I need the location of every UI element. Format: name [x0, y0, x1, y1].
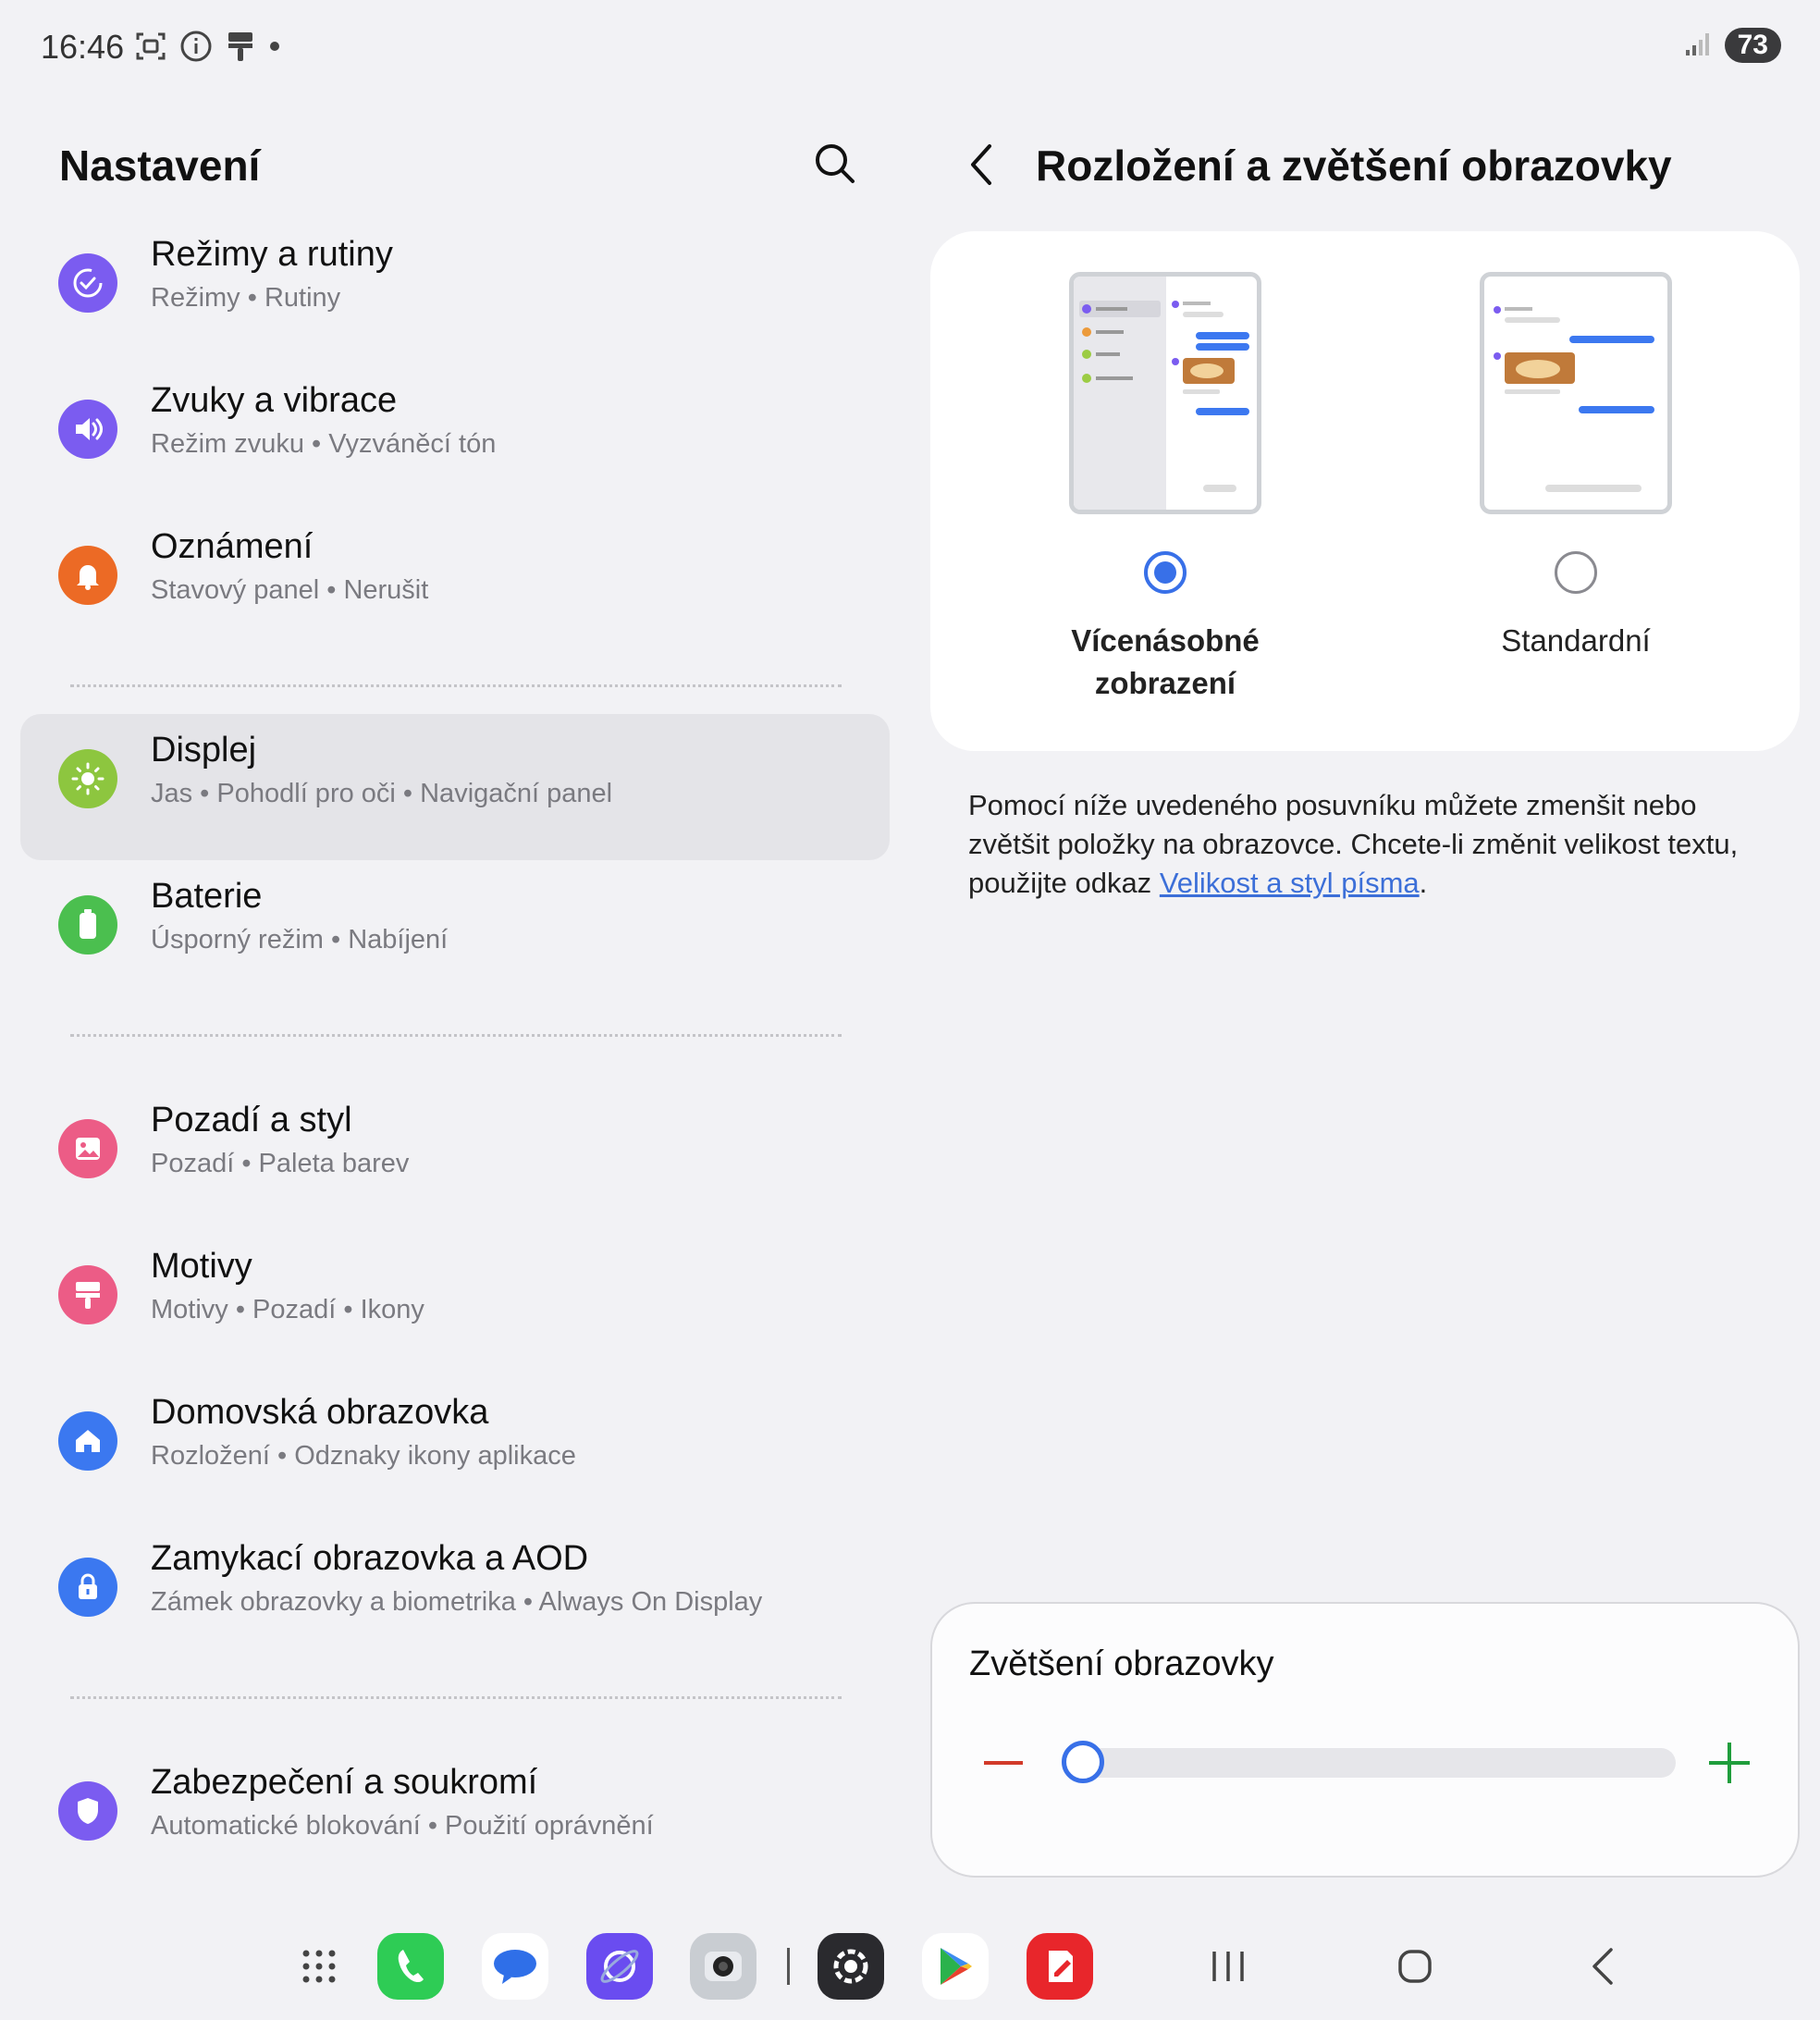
multi-view-preview: [1069, 272, 1261, 514]
dot-icon: [268, 40, 281, 57]
home-button[interactable]: [1387, 1939, 1443, 1994]
settings-item-modes-routines[interactable]: Režimy a rutiny Režimy • Rutiny: [20, 218, 890, 364]
settings-item-security[interactable]: Zabezpečení a soukromí Automatické bloko…: [20, 1746, 890, 1892]
layout-options-card: Vícenásobné zobrazení Standardní: [930, 231, 1800, 751]
battery-icon: [58, 895, 117, 955]
brush-icon: [226, 30, 255, 68]
wallpaper-icon: [58, 1119, 117, 1178]
settings-item-subtitle: Úsporný režim • Nabíjení: [151, 925, 449, 955]
settings-item-lock-screen[interactable]: Zamykací obrazovka a AOD Zámek obrazovky…: [20, 1522, 890, 1669]
font-size-style-link[interactable]: Velikost a styl písma: [1160, 867, 1420, 899]
home-icon: [58, 1411, 117, 1471]
notes-app-icon[interactable]: [1027, 1933, 1093, 2000]
back-nav-button[interactable]: [1576, 1939, 1631, 1994]
brightness-icon: [58, 749, 117, 808]
section-divider: [20, 1006, 890, 1064]
status-notification-icons: [135, 30, 281, 68]
settings-item-title: Zvuky a vibrace: [151, 381, 398, 420]
settings-item-title: Motivy: [151, 1247, 252, 1286]
modes-routines-icon: [58, 253, 117, 313]
settings-item-battery[interactable]: Baterie Úsporný režim • Nabíjení: [20, 860, 890, 1006]
settings-app-icon[interactable]: [818, 1933, 884, 2000]
battery-indicator: 73: [1724, 28, 1781, 63]
search-icon: [816, 144, 855, 183]
settings-item-title: Displej: [151, 731, 257, 770]
settings-item-notifications[interactable]: Oznámení Stavový panel • Nerušit: [20, 511, 890, 657]
zoom-slider-thumb[interactable]: [1062, 1741, 1104, 1783]
settings-item-subtitle: Pozadí • Paleta barev: [151, 1149, 410, 1178]
zoom-title: Zvětšení obrazovky: [969, 1644, 1274, 1683]
settings-item-subtitle: Zámek obrazovky a biometrika • Always On…: [151, 1587, 763, 1617]
option-label: Standardní: [1501, 623, 1651, 658]
zoom-increase-button[interactable]: [1709, 1743, 1750, 1783]
option-label: Vícenásobné zobrazení: [1071, 623, 1260, 700]
radio-standard[interactable]: [1555, 551, 1597, 594]
section-divider: [20, 657, 890, 714]
settings-item-title: Baterie: [151, 877, 263, 916]
sound-icon: [58, 400, 117, 459]
lock-icon: [58, 1558, 117, 1617]
page-title: Rozložení a zvětšení obrazovky: [1036, 142, 1672, 190]
status-bar: 16:46 73: [0, 0, 1820, 92]
screenshot-icon: [135, 31, 166, 67]
phone-app-icon[interactable]: [377, 1933, 444, 2000]
settings-item-display[interactable]: Displej Jas • Pohodlí pro oči • Navigačn…: [20, 714, 890, 860]
internet-app-icon[interactable]: [586, 1933, 653, 2000]
settings-item-subtitle: Motivy • Pozadí • Ikony: [151, 1295, 424, 1324]
chevron-left-icon: [971, 144, 991, 185]
settings-item-title: Domovská obrazovka: [151, 1393, 489, 1432]
settings-item-themes[interactable]: Motivy Motivy • Pozadí • Ikony: [20, 1230, 890, 1376]
settings-item-subtitle: Jas • Pohodlí pro oči • Navigační panel: [151, 779, 613, 808]
option-multi-view[interactable]: Vícenásobné zobrazení: [1027, 272, 1304, 705]
shield-icon: [58, 1781, 117, 1841]
settings-item-title: Pozadí a styl: [151, 1101, 352, 1139]
settings-item-title: Zabezpečení a soukromí: [151, 1763, 538, 1802]
recent-apps-button[interactable]: [1200, 1939, 1256, 1994]
radio-multi-view[interactable]: [1144, 551, 1187, 594]
dock-separator: [787, 1948, 790, 1985]
search-button[interactable]: [812, 141, 858, 187]
signal-icon: [1684, 30, 1712, 62]
standard-preview: [1480, 272, 1672, 514]
section-divider: [20, 1669, 890, 1726]
settings-item-title: Oznámení: [151, 527, 314, 566]
apps-grid-icon[interactable]: [286, 1933, 352, 2000]
settings-item-subtitle: Automatické blokování • Použití oprávněn…: [151, 1811, 654, 1841]
back-button[interactable]: [962, 141, 1002, 189]
settings-item-title: Režimy a rutiny: [151, 235, 393, 274]
settings-list: Režimy a rutiny Režimy • Rutiny Zvuky a …: [20, 218, 890, 1892]
settings-item-home-screen[interactable]: Domovská obrazovka Rozložení • Odznaky i…: [20, 1376, 890, 1522]
settings-item-subtitle: Režim zvuku • Vyzváněcí tón: [151, 429, 497, 459]
info-icon: [179, 30, 213, 68]
bell-icon: [58, 546, 117, 605]
settings-item-title: Zamykací obrazovka a AOD: [151, 1539, 589, 1578]
taskbar: [0, 1933, 1820, 2002]
settings-item-wallpaper[interactable]: Pozadí a styl Pozadí • Paleta barev: [20, 1084, 890, 1230]
camera-app-icon[interactable]: [690, 1933, 756, 2000]
status-time: 16:46: [41, 28, 125, 66]
zoom-decrease-button[interactable]: [984, 1761, 1023, 1765]
themes-icon: [58, 1265, 117, 1324]
play-store-icon[interactable]: [922, 1933, 989, 2000]
messages-app-icon[interactable]: [482, 1933, 548, 2000]
settings-title: Nastavení: [59, 142, 261, 190]
option-standard[interactable]: Standardní: [1437, 272, 1715, 662]
description-text: Pomocí níže uvedeného posuvníku můžete z…: [968, 789, 1739, 899]
zoom-slider[interactable]: [1062, 1741, 1676, 1783]
settings-item-subtitle: Rozložení • Odznaky ikony aplikace: [151, 1441, 576, 1471]
settings-item-sounds[interactable]: Zvuky a vibrace Režim zvuku • Vyzváněcí …: [20, 364, 890, 511]
settings-item-subtitle: Režimy • Rutiny: [151, 283, 341, 313]
screen-zoom-card: Zvětšení obrazovky: [930, 1602, 1800, 1878]
settings-item-subtitle: Stavový panel • Nerušit: [151, 575, 429, 605]
